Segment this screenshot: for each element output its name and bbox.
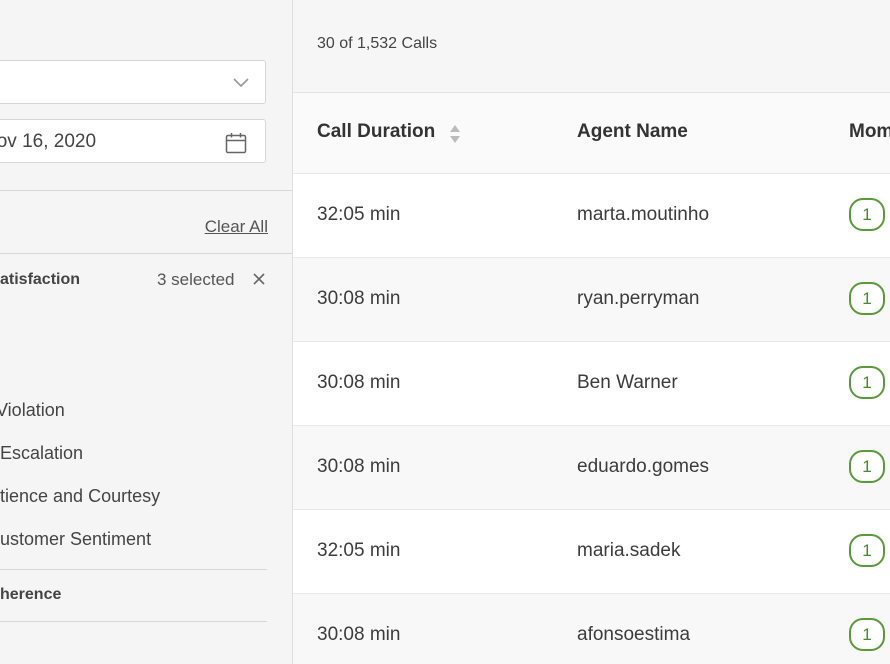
column-header-call-duration[interactable]: Call Duration <box>317 121 435 143</box>
selected-count: 3 selected <box>157 270 235 289</box>
moments-badge[interactable]: 1 <box>849 450 885 483</box>
call-duration-cell: 32:05 min <box>317 204 401 225</box>
calls-table-panel: 30 of 1,532 Calls Call Duration Agent Na… <box>293 0 890 664</box>
call-duration-cell: 30:08 min <box>317 456 401 477</box>
call-duration-cell: 30:08 min <box>317 288 401 309</box>
filter-item-patience-courtesy[interactable]: tience and Courtesy <box>0 486 160 507</box>
column-header-agent-name[interactable]: Agent Name <box>577 121 688 143</box>
results-toolbar: 30 of 1,532 Calls <box>293 0 890 93</box>
call-duration-cell: 32:05 min <box>317 540 401 561</box>
table-header: Call Duration Agent Name Mom <box>293 93 890 174</box>
moments-badge[interactable]: 1 <box>849 534 885 567</box>
moments-badge[interactable]: 1 <box>849 282 885 315</box>
call-duration-cell: 30:08 min <box>317 372 401 393</box>
filter-item-violation[interactable]: Violation <box>0 400 65 421</box>
divider <box>0 621 267 622</box>
calendar-icon[interactable] <box>225 132 247 154</box>
agent-name-cell: marta.moutinho <box>577 204 710 225</box>
divider <box>0 569 267 570</box>
filter-item-escalation[interactable]: Escalation <box>0 443 83 464</box>
agent-name-cell: eduardo.gomes <box>577 456 710 477</box>
view-dropdown[interactable]: m <box>0 60 266 104</box>
sort-icon[interactable] <box>449 123 461 145</box>
agent-name-cell: ryan.perryman <box>577 288 700 309</box>
chevron-down-icon <box>233 78 249 88</box>
table-row[interactable]: 32:05 min marta.moutinho 1 <box>293 174 890 258</box>
moments-badge[interactable]: 1 <box>849 198 885 231</box>
agent-name-cell: Ben Warner <box>577 372 678 393</box>
date-range-value: 20 - Nov 16, 2020 <box>0 131 97 152</box>
moments-badge[interactable]: 1 <box>849 366 885 399</box>
divider <box>0 190 292 191</box>
table-row[interactable]: 30:08 min afonsoestima 1 <box>293 594 890 664</box>
satisfaction-section-title[interactable]: atisfaction <box>0 271 80 289</box>
adherence-section-title[interactable]: herence <box>0 586 61 604</box>
results-count: 30 of 1,532 Calls <box>317 35 438 52</box>
table-row[interactable]: 30:08 min eduardo.gomes 1 <box>293 426 890 510</box>
column-header-moments[interactable]: Mom <box>849 121 890 143</box>
moments-badge[interactable]: 1 <box>849 618 885 651</box>
call-duration-cell: 30:08 min <box>317 624 401 645</box>
filter-item-customer-sentiment[interactable]: ustomer Sentiment <box>0 529 151 550</box>
agent-name-cell: afonsoestima <box>577 624 691 645</box>
divider <box>0 253 292 254</box>
date-range-picker[interactable]: 20 - Nov 16, 2020 <box>0 119 266 163</box>
table-row[interactable]: 30:08 min Ben Warner 1 <box>293 342 890 426</box>
table-row[interactable]: 30:08 min ryan.perryman 1 <box>293 258 890 342</box>
close-icon[interactable] <box>252 272 266 286</box>
filter-panel: m 20 - Nov 16, 2020 Clear All atisfactio… <box>0 0 293 664</box>
agent-name-cell: maria.sadek <box>577 540 681 561</box>
clear-all-link[interactable]: Clear All <box>205 217 268 237</box>
table-row[interactable]: 32:05 min maria.sadek 1 <box>293 510 890 594</box>
